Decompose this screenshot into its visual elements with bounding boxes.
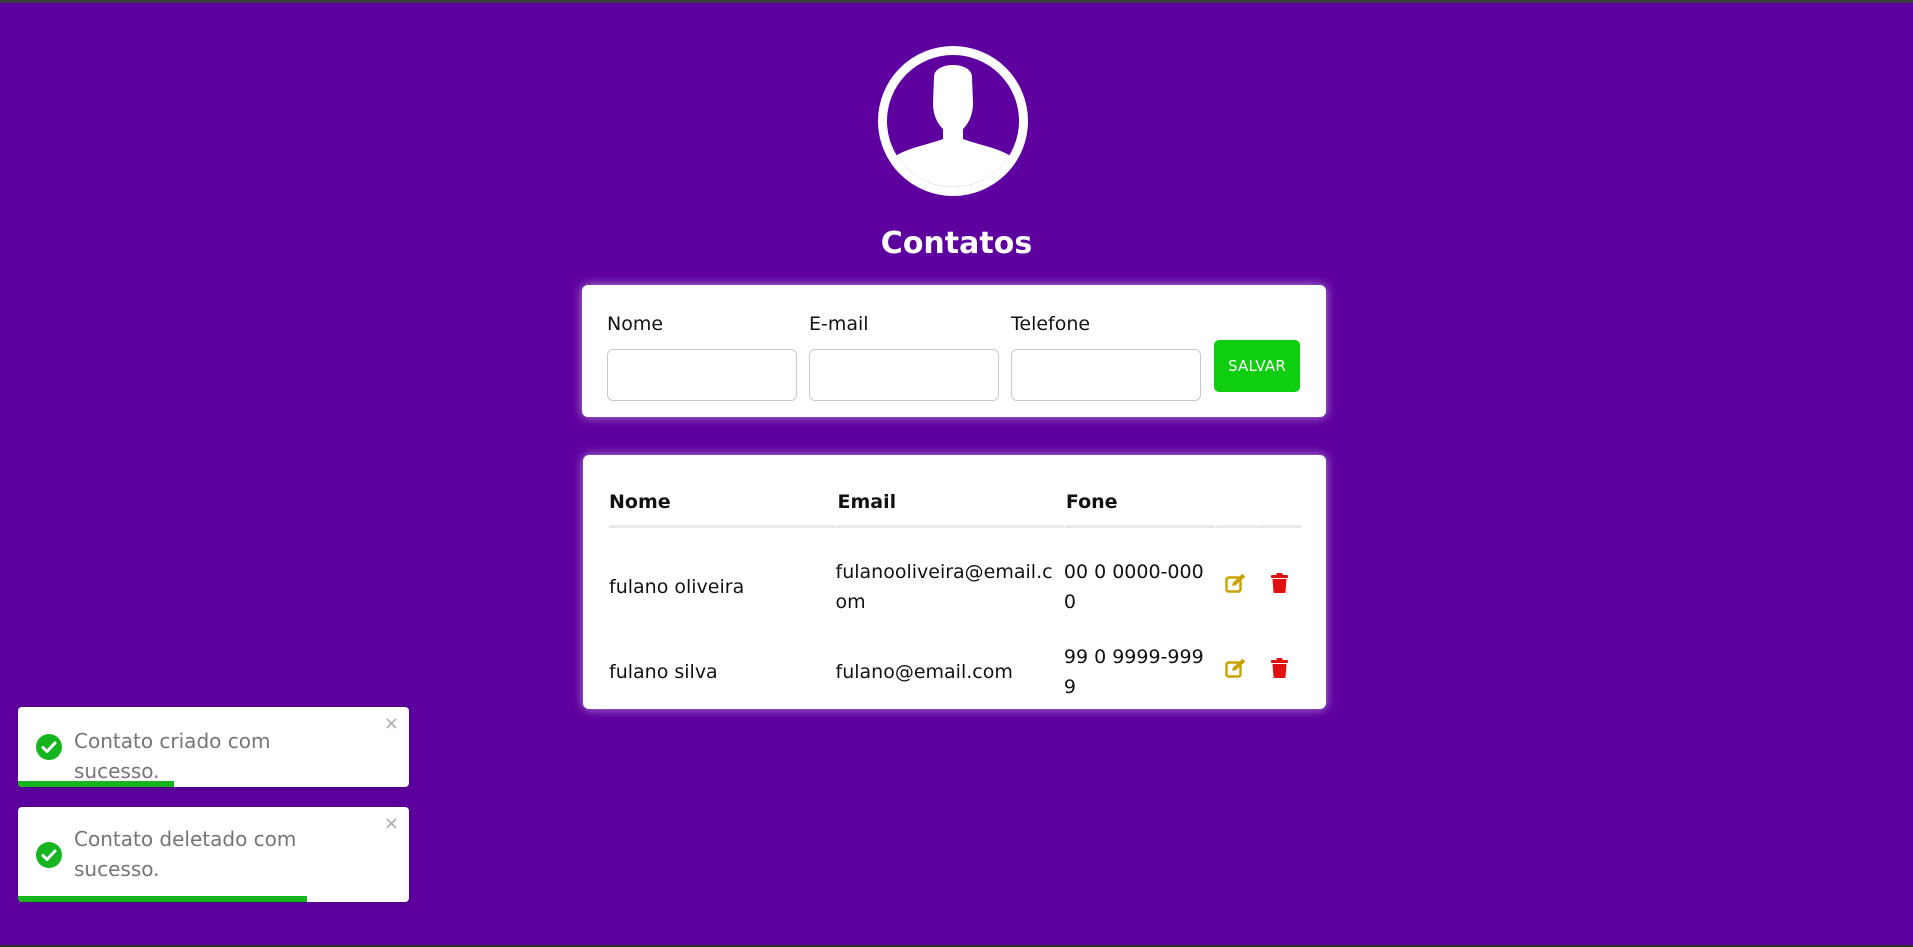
- column-header-fone: Fone: [1063, 479, 1215, 528]
- cell-email: fulano@email.com: [836, 638, 1064, 706]
- cell-email: fulanooliveira@email.com: [836, 528, 1064, 638]
- toast-message: Contato criado com sucesso.: [74, 729, 271, 783]
- cell-fone-text: 99 0 9999-9999: [1063, 646, 1204, 698]
- contacts-table: Nome Email Fone fulano oliveira fulanool…: [609, 479, 1301, 706]
- cell-nome: fulano silva: [609, 661, 718, 683]
- toast-progress-bar: [18, 896, 308, 902]
- toast-progress-bar: [18, 781, 175, 787]
- toast-success: Contato deletado com sucesso. ×: [18, 807, 409, 902]
- phone-input[interactable]: [1011, 349, 1201, 401]
- column-header-edit: [1214, 479, 1258, 528]
- table-row: fulano oliveira fulanooliveira@email.com…: [609, 528, 1301, 638]
- toast-message: Contato deletado com sucesso.: [74, 827, 297, 881]
- table-header-row: Nome Email Fone: [609, 479, 1301, 528]
- cell-fone: 00 0 0000-0000: [1064, 528, 1215, 638]
- edit-icon[interactable]: [1225, 658, 1247, 678]
- close-icon[interactable]: ×: [384, 815, 399, 833]
- contacts-table-card: Nome Email Fone fulano oliveira fulanool…: [583, 455, 1326, 709]
- cell-delete: [1257, 528, 1301, 638]
- name-input[interactable]: [607, 349, 797, 401]
- cell-email-text: fulano@email.com: [835, 661, 1013, 683]
- phone-field: Telefone: [1011, 311, 1201, 401]
- email-field: E-mail: [809, 311, 999, 401]
- window-top-border: [0, 0, 1913, 3]
- email-label: E-mail: [809, 313, 869, 335]
- toast-success: Contato criado com sucesso. ×: [18, 707, 409, 787]
- save-button[interactable]: SALVAR: [1214, 340, 1300, 392]
- name-label: Nome: [607, 313, 664, 335]
- email-input[interactable]: [809, 349, 999, 401]
- phone-label: Telefone: [1011, 313, 1091, 335]
- column-header-email: Email: [835, 479, 1064, 528]
- trash-icon[interactable]: [1270, 573, 1288, 593]
- cell-fone-text: 00 0 0000-0000: [1063, 561, 1204, 613]
- avatar: [878, 46, 1028, 196]
- column-header-nome: Nome: [609, 479, 836, 528]
- edit-icon[interactable]: [1225, 573, 1247, 593]
- name-field: Nome: [607, 311, 797, 401]
- user-avatar-icon: [887, 65, 1019, 187]
- close-icon[interactable]: ×: [384, 715, 399, 733]
- cell-nome: fulano oliveira: [609, 576, 745, 598]
- cell-fone: 99 0 9999-9999: [1064, 638, 1215, 706]
- column-header-delete: [1257, 479, 1301, 528]
- table-row: fulano silva fulano@email.com 99 0 9999-…: [609, 638, 1301, 706]
- contact-form: Nome E-mail Telefone SALVAR: [582, 285, 1326, 417]
- check-circle-icon: [36, 734, 62, 760]
- trash-icon[interactable]: [1270, 658, 1288, 678]
- cell-edit: [1215, 638, 1258, 706]
- cell-email-text: fulanooliveira@email.com: [835, 561, 1053, 613]
- check-circle-icon: [36, 842, 62, 868]
- page-title: Contatos: [880, 226, 1033, 261]
- cell-edit: [1215, 528, 1258, 638]
- cell-delete: [1257, 638, 1301, 706]
